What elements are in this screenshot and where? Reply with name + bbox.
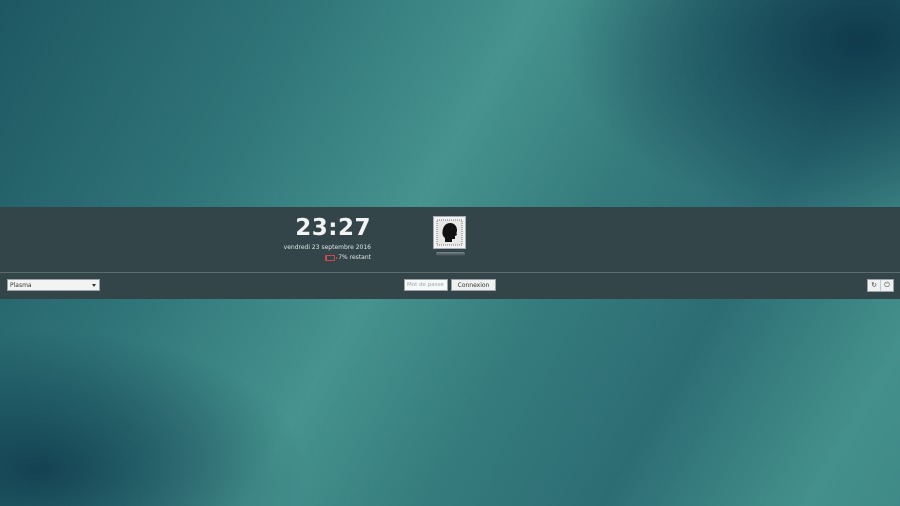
- user-silhouette-icon: [436, 219, 463, 246]
- password-input[interactable]: [404, 279, 448, 291]
- login-button[interactable]: Connexion: [451, 279, 496, 291]
- restart-icon[interactable]: ↻: [868, 280, 880, 291]
- panel-divider: [0, 272, 900, 273]
- battery-label: 7% restant: [338, 254, 371, 261]
- session-select-value: Plasma: [10, 281, 32, 289]
- clock-time: 23:27: [295, 215, 371, 241]
- clock-date: vendredi 23 septembre 2016: [283, 244, 371, 251]
- battery-status: 7% restant: [300, 254, 371, 261]
- chevron-down-icon: [92, 284, 96, 287]
- session-select[interactable]: Plasma: [7, 279, 100, 291]
- avatar-reflection: [436, 252, 465, 256]
- battery-icon: [325, 254, 338, 261]
- power-buttons: ↻ ⏻: [867, 279, 894, 292]
- login-panel: 23:27 vendredi 23 septembre 2016 7% rest…: [0, 207, 900, 299]
- shutdown-icon[interactable]: ⏻: [880, 280, 893, 291]
- user-avatar[interactable]: [433, 216, 466, 249]
